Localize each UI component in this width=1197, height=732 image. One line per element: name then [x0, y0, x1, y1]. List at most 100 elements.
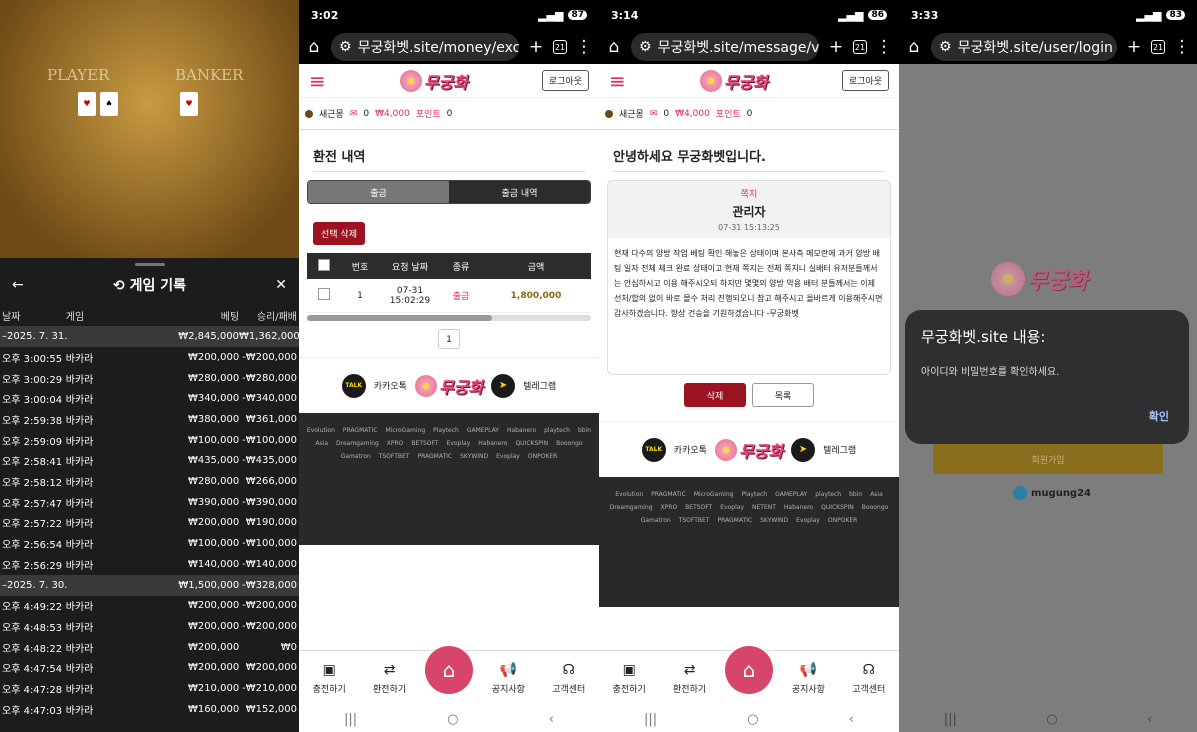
provider-logo: TSOFTBET [378, 453, 410, 460]
page-1-button[interactable]: 1 [438, 329, 460, 349]
history-row[interactable]: 오후 3:00:55 바카라 ₩200,000 -₩200,000 [0, 347, 299, 368]
url-bar[interactable]: ⚙ 무궁화벳.site/message/vie [631, 33, 819, 61]
kakao-link[interactable]: 카카오톡 [674, 443, 707, 456]
back-sys-icon[interactable]: ‹ [549, 712, 554, 727]
history-row[interactable]: 오후 2:59:09 바카라 ₩100,000 -₩100,000 [0, 430, 299, 451]
nav-deposit[interactable]: ▣ 충전하기 [304, 662, 354, 695]
dialog-ok-button[interactable]: 확인 [1149, 408, 1169, 424]
nav-support[interactable]: ☊ 고객센터 [544, 662, 594, 695]
history-row[interactable]: 오후 4:47:28 바카라 ₩210,000 -₩210,000 [0, 678, 299, 699]
history-row[interactable]: 오후 4:47:03 바카라 ₩160,000 ₩152,000 [0, 699, 299, 720]
history-row[interactable]: 오후 2:56:29 바카라 ₩140,000 -₩140,000 [0, 554, 299, 575]
back-sys-icon[interactable]: ‹ [849, 712, 854, 727]
hamburger-icon[interactable]: ≡ [609, 69, 626, 93]
recents-icon[interactable]: ||| [344, 712, 357, 727]
history-row[interactable]: 오후 3:00:04 바카라 ₩340,000 -₩340,000 [0, 388, 299, 409]
history-date-group[interactable]: –2025. 7. 31. ₩2,845,000 ₩1,362,000 [0, 326, 299, 347]
message-icon[interactable]: ✉ [650, 109, 658, 119]
status-bar: 3:02 ▂▄▆ 87 [299, 0, 599, 30]
url-bar[interactable]: ⚙ 무궁화벳.site/user/login [931, 33, 1117, 61]
tab-count[interactable]: 21 [553, 40, 567, 54]
logout-button[interactable]: 로그아웃 [541, 70, 589, 91]
site-info-icon[interactable]: ⚙ [939, 39, 952, 55]
menu-icon[interactable]: ⋮ [1173, 37, 1191, 57]
table-row[interactable]: 1 07-31 15:02:29 출금 1,800,000 [307, 279, 591, 313]
provider-logo: SKYWIND [760, 517, 789, 524]
home-button[interactable]: ⌂ [424, 645, 473, 694]
history-row[interactable]: 오후 2:57:47 바카라 ₩390,000 -₩390,000 [0, 492, 299, 513]
tab-withdraw[interactable]: 출금 [308, 181, 449, 203]
home-button[interactable]: ⌂ [724, 645, 773, 694]
provider-logo: TSOFTBET [678, 517, 710, 524]
row-checkbox[interactable] [318, 288, 330, 300]
scroll-thumb[interactable] [307, 315, 492, 321]
new-tab-icon[interactable]: + [527, 37, 545, 57]
history-row[interactable]: 오후 2:58:12 바카라 ₩280,000 ₩266,000 [0, 471, 299, 492]
history-row[interactable]: 오후 2:57:22 바카라 ₩200,000 ₩190,000 [0, 513, 299, 534]
history-row[interactable]: 오후 2:59:38 바카라 ₩380,000 ₩361,000 [0, 409, 299, 430]
hamburger-icon[interactable]: ≡ [309, 69, 326, 93]
nav-exchange[interactable]: ⇄ 환전하기 [665, 662, 715, 695]
tab-count[interactable]: 21 [853, 40, 867, 54]
delete-selected-button[interactable]: 선택 삭제 [313, 222, 365, 245]
url-bar[interactable]: ⚙ 무궁화벳.site/money/exch [331, 33, 519, 61]
history-row[interactable]: 오후 4:47:54 바카라 ₩200,000 ₩200,000 [0, 658, 299, 679]
telegram-link[interactable]: 텔레그램 [523, 379, 556, 392]
home-icon[interactable]: ⌂ [605, 37, 623, 57]
nav-notice[interactable]: 📢 공지사항 [483, 662, 533, 695]
history-row[interactable]: 오후 4:48:22 바카라 ₩200,000 ₩0 [0, 637, 299, 658]
back-sys-icon[interactable]: ‹ [1147, 712, 1152, 727]
history-cell: ₩200,000 [187, 641, 240, 653]
history-row[interactable]: 오후 2:58:41 바카라 ₩435,000 -₩435,000 [0, 450, 299, 471]
home-icon[interactable]: ⌂ [305, 37, 323, 57]
telegram-icon[interactable]: ➤ [491, 373, 516, 398]
list-button[interactable]: 목록 [752, 383, 814, 407]
history-date-group[interactable]: –2025. 7. 30. ₩1,500,000 -₩328,000 [0, 574, 299, 596]
bottom-nav: ▣ 충전하기 ⇄ 환전하기 ⌂ 📢 공지사항 ☊ 고객센터 [299, 645, 599, 706]
close-icon[interactable]: ✕ [275, 277, 287, 293]
nav-exchange[interactable]: ⇄ 환전하기 [365, 662, 415, 695]
logout-button[interactable]: 로그아웃 [841, 70, 889, 91]
history-cell: 오후 4:49:22 [2, 602, 63, 614]
provider-logo: Evoplay [496, 453, 520, 460]
site-logo[interactable]: 무궁화 [699, 69, 768, 93]
history-cell: ₩152,000 [245, 703, 297, 715]
recents-icon[interactable]: ||| [644, 712, 657, 727]
history-row[interactable]: 오후 4:49:22 바카라 ₩200,000 -₩200,000 [0, 596, 299, 617]
menu-icon[interactable]: ⋮ [875, 37, 893, 57]
home-sys-icon[interactable]: ○ [1046, 712, 1057, 727]
home-sys-icon[interactable]: ○ [747, 712, 758, 727]
nav-notice[interactable]: 📢 공지사항 [783, 662, 833, 695]
tab-count[interactable]: 21 [1151, 40, 1165, 54]
history-row[interactable]: 오후 4:48:53 바카라 ₩200,000 -₩200,000 [0, 616, 299, 637]
home-icon[interactable]: ⌂ [905, 37, 923, 57]
back-icon[interactable]: ← [12, 277, 24, 293]
message-icon[interactable]: ✉ [350, 109, 358, 119]
history-row[interactable]: 오후 3:00:29 바카라 ₩280,000 -₩280,000 [0, 368, 299, 389]
footer-logo: 무궁화 [714, 438, 783, 462]
signup-button[interactable]: 회원가입 [933, 444, 1163, 474]
delete-button[interactable]: 삭제 [684, 383, 746, 407]
nav-label: 고객센터 [852, 685, 886, 695]
nav-deposit[interactable]: ▣ 충전하기 [604, 662, 654, 695]
battery-level: 86 [868, 10, 887, 20]
site-info-icon[interactable]: ⚙ [639, 39, 652, 55]
telegram-icon[interactable]: ➤ [791, 437, 816, 462]
home-icon: ⌂ [442, 657, 456, 682]
select-all-checkbox[interactable] [318, 258, 330, 271]
new-tab-icon[interactable]: + [827, 37, 845, 57]
nav-support[interactable]: ☊ 고객센터 [844, 662, 894, 695]
tab-withdraw-history[interactable]: 출금 내역 [449, 181, 590, 203]
telegram-link[interactable]: 텔레그램 [823, 443, 856, 456]
site-info-icon[interactable]: ⚙ [339, 39, 352, 55]
table-scrollbar[interactable] [307, 315, 591, 321]
kakao-icon[interactable]: TALK [341, 373, 366, 398]
recents-icon[interactable]: ||| [944, 712, 957, 727]
menu-icon[interactable]: ⋮ [575, 37, 593, 57]
site-logo[interactable]: 무궁화 [399, 69, 468, 93]
home-sys-icon[interactable]: ○ [447, 712, 458, 727]
kakao-link[interactable]: 카카오톡 [374, 379, 407, 392]
new-tab-icon[interactable]: + [1125, 37, 1143, 57]
kakao-icon[interactable]: TALK [641, 437, 666, 462]
history-row[interactable]: 오후 2:56:54 바카라 ₩100,000 -₩100,000 [0, 533, 299, 554]
